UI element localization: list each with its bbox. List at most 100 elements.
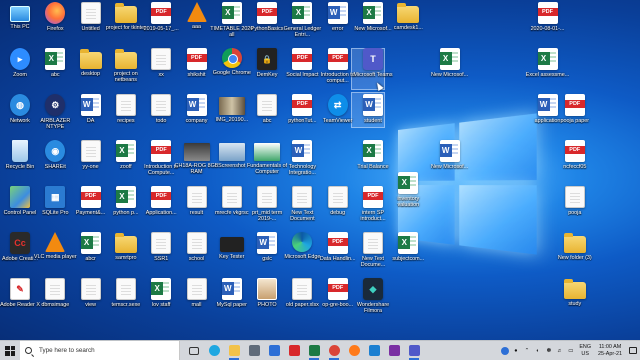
taskbar-excel-button[interactable] xyxy=(304,341,324,360)
desktop-shortcut[interactable]: study xyxy=(555,278,595,318)
desktop-shortcut[interactable]: Google Chrome xyxy=(212,48,252,88)
desktop-shortcut[interactable]: Wstudent xyxy=(353,94,393,134)
desktop-shortcut[interactable]: Wcompany xyxy=(177,94,217,134)
taskbar-store-button[interactable] xyxy=(244,341,264,360)
desktop-shortcut[interactable]: Xinventory valuation xyxy=(388,172,428,212)
desktop-shortcut[interactable]: old paper.xlsx xyxy=(282,278,322,318)
desktop-shortcut[interactable]: SSR1 xyxy=(141,232,181,272)
volume-icon[interactable]: ♬ xyxy=(554,341,565,360)
desktop-shortcut[interactable]: Control Panel xyxy=(0,186,40,226)
desktop-shortcut[interactable]: This PC xyxy=(0,2,40,42)
desktop-shortcut[interactable]: ◉ SHAREit xyxy=(35,140,75,180)
desktop-shortcut[interactable]: Recycle Bin xyxy=(0,140,40,180)
desktop-shortcut[interactable]: PHOTO xyxy=(247,278,287,318)
desktop-shortcut[interactable]: IMG_20190... xyxy=(212,94,252,134)
desktop-shortcut[interactable]: Xabc xyxy=(35,48,75,88)
desktop-shortcut[interactable]: abc xyxy=(247,94,287,134)
desktop-shortcut[interactable]: T Microsoft Teams xyxy=(353,48,393,88)
desktop-shortcut[interactable]: ⚙ AIRBLAZER NTYPE xyxy=(35,94,75,134)
taskbar-firefox-button[interactable] xyxy=(344,341,364,360)
desktop-shortcut[interactable]: project for tkinter xyxy=(106,2,146,42)
desktop-shortcut[interactable]: 🔒 DemKey xyxy=(247,48,287,88)
desktop-shortcut[interactable]: PDF ncfeccf05 xyxy=(555,140,595,180)
taskbar-edge-button[interactable] xyxy=(204,341,224,360)
battery-icon[interactable]: ▭ xyxy=(565,341,576,360)
desktop-shortcut[interactable]: result xyxy=(177,186,217,226)
desktop-shortcut[interactable]: PDF 2020-08-01-... xyxy=(528,2,568,42)
taskbar-acrobat-button[interactable] xyxy=(284,341,304,360)
desktop-shortcut[interactable]: camdesk1... xyxy=(388,2,428,42)
desktop-shortcut[interactable]: Cc Adobe Creati... xyxy=(0,232,40,272)
taskbar-ie-button[interactable] xyxy=(364,341,384,360)
help-icon[interactable] xyxy=(499,341,510,360)
desktop-shortcut[interactable]: Xlov staff xyxy=(141,278,181,318)
desktop-shortcut[interactable]: W MySql paper xyxy=(212,278,252,318)
desktop-shortcut[interactable]: Microsoft Edge xyxy=(282,232,322,272)
desktop-shortcut[interactable]: todo xyxy=(141,94,181,134)
desktop-shortcut[interactable]: temscr.sexe xyxy=(106,278,146,318)
desktop-shortcut[interactable]: Untitled xyxy=(71,2,111,42)
desktop-shortcut[interactable]: ▦ SQLite Pro xyxy=(35,186,75,226)
pdf-band: PDF xyxy=(327,54,348,62)
desktop-shortcut[interactable]: X Excel assessme... xyxy=(526,48,569,88)
desktop-shortcut[interactable]: New folder (3) xyxy=(555,232,595,272)
show-hidden-icons-chevron[interactable]: ⌃ xyxy=(521,341,532,360)
taskbar-chrome-button[interactable] xyxy=(324,341,344,360)
desktop-shortcut[interactable]: PDF Introduction to comput... xyxy=(318,48,358,88)
desktop-shortcut[interactable]: W New Microsof... xyxy=(430,140,470,180)
desktop-shortcut[interactable]: yy-one xyxy=(71,140,111,180)
desktop-shortcut[interactable]: PDF Payment&... xyxy=(71,186,111,226)
desktop-shortcut[interactable]: school xyxy=(177,232,217,272)
desktop-shortcut[interactable]: recipes xyxy=(106,94,146,134)
excel-lines xyxy=(304,6,311,18)
desktop-shortcut[interactable]: samrtpro xyxy=(106,232,146,272)
desktop-shortcut[interactable]: Xabcr xyxy=(71,232,111,272)
desktop-shortcut[interactable]: view xyxy=(71,278,111,318)
people-icon[interactable]: ● xyxy=(510,341,521,360)
start-button[interactable] xyxy=(0,341,20,360)
desktop-shortcut[interactable]: Xsubjectcom... xyxy=(388,232,428,272)
desktop-shortcut[interactable]: dbmsimage xyxy=(35,278,75,318)
desktop-shortcut[interactable]: Firefox xyxy=(35,2,75,42)
desktop-shortcut[interactable]: project on netbeans xyxy=(106,48,146,88)
taskbar-task-view-button[interactable] xyxy=(184,341,204,360)
taskbar-file-explorer-button[interactable] xyxy=(224,341,244,360)
clock[interactable]: 11:00 AM 25-Apr-21 xyxy=(594,344,626,357)
desktop-shortcut[interactable]: X New Microsof... xyxy=(353,2,393,42)
desktop-shortcut[interactable]: PDF pooja paper xyxy=(555,94,595,134)
network-tray-icon[interactable]: ◐ xyxy=(532,341,543,360)
desktop-shortcut[interactable]: New Text Document xyxy=(282,186,322,226)
desktop-shortcut[interactable]: VLC media player xyxy=(34,232,77,272)
desktop-shortcut[interactable]: CH18A-ROG 8GB RAM xyxy=(175,140,218,180)
taskbar-teams-button[interactable] xyxy=(404,341,424,360)
excel-file-icon: X xyxy=(537,48,558,70)
desktop-shortcut[interactable]: PDF 2019-05-17_... xyxy=(141,2,181,42)
desktop-shortcut[interactable]: ✎ Adobe Reader X xyxy=(0,278,40,318)
desktop-shortcut[interactable]: X New Microsof... xyxy=(430,48,470,88)
desktop-shortcut[interactable]: Xpython p... xyxy=(106,186,146,226)
desktop-shortcut[interactable]: ▸ Zoom xyxy=(0,48,40,88)
desktop-shortcut[interactable]: mall xyxy=(177,278,217,318)
desktop-shortcut[interactable]: Wgslc xyxy=(247,232,287,272)
desktop-shortcut[interactable]: xx xyxy=(141,48,181,88)
desktop-shortcut[interactable]: ⇄ TeamViewer xyxy=(318,94,358,134)
input-language-indicator[interactable]: ENG US xyxy=(576,344,594,357)
desktop-shortcut[interactable]: ◆ Wondershare Filmora xyxy=(353,278,393,318)
desktop-shortcut[interactable]: PDF pythonTut... xyxy=(282,94,322,134)
desktop-shortcut[interactable]: X Trial Balance xyxy=(353,140,393,180)
desktop-shortcut[interactable]: PDF Application... xyxy=(141,186,181,226)
desktop-shortcut[interactable]: Werror xyxy=(318,2,358,42)
desktop-shortcut[interactable]: New Text Docume... xyxy=(353,232,393,272)
wifi-icon[interactable]: ✽ xyxy=(543,341,554,360)
desktop-shortcut[interactable]: W DA xyxy=(71,94,111,134)
desktop-shortcut[interactable]: PDF shikshit xyxy=(177,48,217,88)
desktop-shortcut[interactable]: Key Tester xyxy=(212,232,252,272)
desktop-shortcut[interactable]: X General Ledger Entri... xyxy=(282,2,322,42)
desktop-shortcut[interactable]: X TIMETABLE 2020 all xyxy=(210,2,253,42)
taskbar-onenote-button[interactable] xyxy=(384,341,404,360)
notification-center-icon[interactable] xyxy=(626,341,640,360)
desktop-shortcut[interactable]: pooja xyxy=(555,186,595,226)
taskbar-search-box[interactable]: Type here to search xyxy=(20,340,180,360)
taskbar-mail-button[interactable] xyxy=(264,341,284,360)
desktop-shortcut[interactable]: W Technology Integratio... xyxy=(282,140,322,180)
